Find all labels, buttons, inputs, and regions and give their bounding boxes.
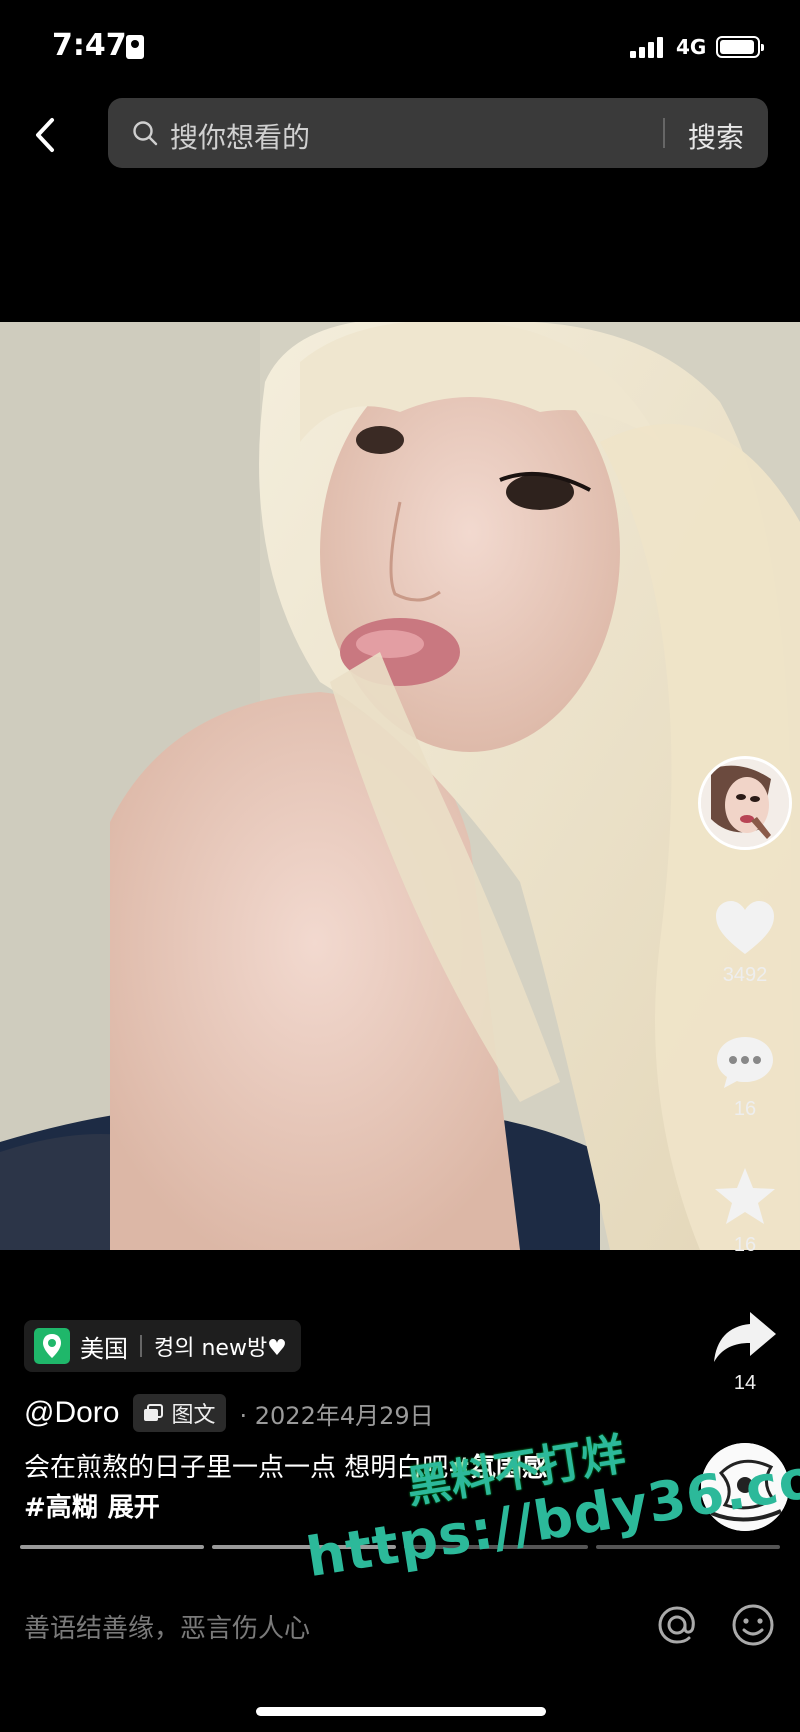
search-icon (133, 121, 158, 146)
hashtag-link[interactable]: #高糊 (24, 1493, 98, 1523)
location-pin-icon (34, 1328, 70, 1364)
like-button[interactable]: 3492 (690, 900, 800, 987)
favorite-count: 16 (733, 1234, 757, 1256)
battery-icon (716, 36, 764, 58)
chevron-left-icon (36, 118, 54, 152)
comment-button[interactable]: 16 (690, 1034, 800, 1121)
location-place: 켱의 new방♥ (154, 1336, 287, 1361)
image-progress-bar (20, 1545, 780, 1550)
contact-icon (126, 35, 144, 59)
caption-text: 会在煎熬的日子里一点一点 想明白吧 (24, 1453, 449, 1483)
star-icon (715, 1168, 775, 1224)
divider (663, 118, 665, 148)
progress-segment (212, 1545, 396, 1549)
music-cover-icon (701, 1443, 789, 1531)
progress-segment (20, 1545, 204, 1549)
comment-icon (717, 1037, 773, 1088)
author-line: @Doro 图文 · 2022年4月29日 (24, 1392, 434, 1434)
expand-button[interactable]: 展开 (108, 1493, 160, 1523)
like-count: 3492 (722, 964, 768, 986)
post-date: · 2022年4月29日 (239, 1401, 434, 1430)
progress-segment (404, 1545, 588, 1549)
share-arrow-icon (714, 1312, 776, 1362)
progress-segment (596, 1545, 780, 1549)
comment-count: 16 (733, 1098, 757, 1120)
post-caption: 会在煎熬的日子里一点一点 想明白吧#氛围感 #高糊 展开 (24, 1448, 664, 1528)
heart-icon (716, 901, 774, 954)
back-button[interactable] (24, 110, 68, 160)
mention-icon[interactable] (652, 1600, 702, 1650)
status-bar: 7:47 4G (0, 0, 800, 96)
emoji-icon[interactable] (728, 1600, 778, 1650)
avatar-illustration (701, 759, 789, 847)
share-count: 14 (733, 1372, 757, 1394)
music-disc[interactable] (698, 1440, 792, 1534)
hashtag-link[interactable]: #氛围感 (448, 1453, 548, 1483)
status-time: 7:47 (52, 28, 127, 63)
share-button[interactable]: 14 (690, 1308, 800, 1395)
author-name[interactable]: @Doro (24, 1396, 119, 1430)
image-text-icon (144, 1404, 164, 1421)
author-avatar[interactable] (698, 756, 792, 850)
signal-icon (630, 36, 668, 58)
comment-input[interactable]: 善语结善缘，恶言伤人心 (24, 1608, 310, 1645)
location-country: 美国 (80, 1334, 128, 1363)
home-indicator[interactable] (256, 1707, 546, 1716)
network-type: 4G (676, 35, 707, 59)
portrait-photo (0, 322, 800, 1250)
post-type-label: 图文 (171, 1403, 216, 1428)
search-placeholder: 搜你想看的 (170, 121, 311, 154)
post-photo[interactable] (0, 322, 800, 1250)
search-input[interactable]: 搜你想看的 搜索 (108, 98, 768, 168)
divider (140, 1335, 142, 1357)
favorite-button[interactable]: 16 (690, 1166, 800, 1257)
comment-bar: 善语结善缘，恶言伤人心 (0, 1586, 800, 1666)
post-type-badge: 图文 (133, 1394, 226, 1432)
search-button[interactable]: 搜索 (688, 116, 744, 156)
location-chip[interactable]: 美国 켱의 new방♥ (24, 1320, 301, 1372)
